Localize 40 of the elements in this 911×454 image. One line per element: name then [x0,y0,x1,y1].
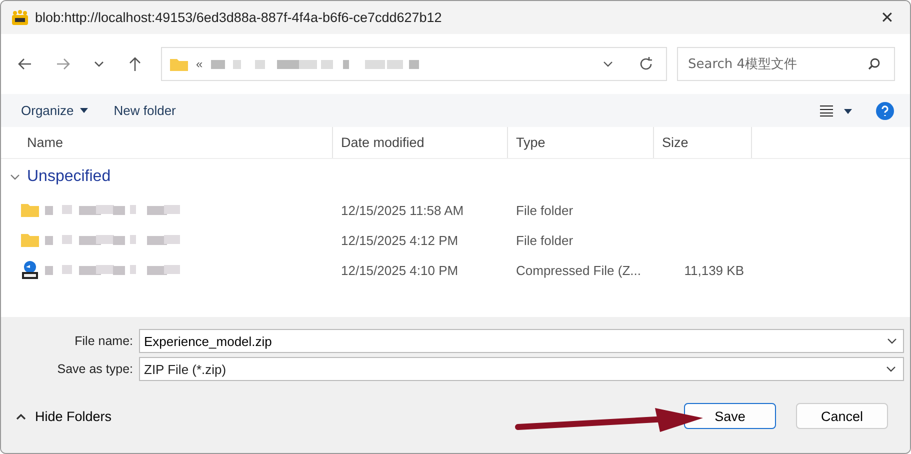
organize-button[interactable]: Organize [13,99,96,122]
hide-folders-button[interactable]: Hide Folders [15,408,112,424]
file-name-field[interactable]: Experience_model.zip [139,329,904,353]
save-button[interactable]: Save [684,403,776,429]
table-cell-text: 12/15/2025 11:58 AM [340,202,465,218]
column-header[interactable]: Date modified [333,127,508,158]
chevron-up-icon [15,412,27,420]
table-cell-text: File folder [515,232,574,248]
table-cell-text: 11,139 KB [683,262,745,278]
app-icon [11,10,29,26]
file-type-dropdown[interactable]: ZIP File (*.zip) [139,357,904,381]
help-icon[interactable] [876,102,894,120]
cancel-button[interactable]: Cancel [796,403,888,429]
search-field[interactable]: Search 4模型文件 [677,47,895,81]
column-header[interactable]: Name [1,127,333,158]
folder-icon [21,203,39,217]
column-header[interactable]: Size [654,127,752,158]
folder-icon [170,57,188,71]
view-menu-icon[interactable] [820,104,854,116]
caret-icon [80,108,88,113]
folder-icon [21,233,39,247]
search-icon [867,57,881,71]
table-cell-text: Compressed File (Z... [515,262,642,278]
address-bar[interactable]: « [161,47,667,81]
field-label: Save as type: [56,362,134,376]
back-icon[interactable] [17,56,33,72]
table-cell-text: File folder [515,202,574,218]
close-button[interactable]: ✕ [864,1,910,34]
up-icon[interactable] [127,56,143,72]
group-header[interactable]: Unspecified [27,168,111,186]
column-header[interactable]: Type [508,127,654,158]
window-title: blob:http://localhost:49153/6ed3d88a-887f-4f4a-b6f6-ce7cdd627b12 [35,10,442,25]
new-folder-button[interactable]: New folder [106,99,184,122]
forward-icon[interactable] [55,56,71,72]
table-cell-text: 12/15/2025 4:12 PM [340,232,460,248]
refresh-icon[interactable] [638,56,654,72]
zip-file-icon [21,261,39,279]
breadcrumb-overflow[interactable]: « [196,57,203,71]
field-label: File name: [74,334,134,348]
table-cell-text: 12/15/2025 4:10 PM [340,262,460,278]
